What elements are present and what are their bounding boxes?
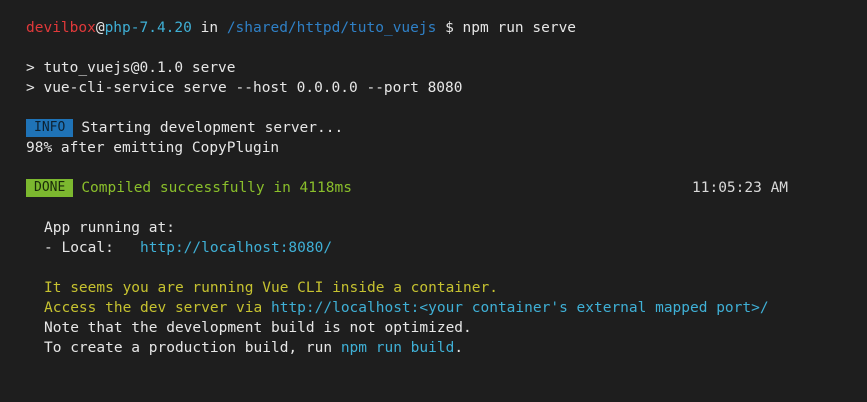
done-line: DONE Compiled successfully in 4118ms <box>26 178 352 198</box>
access-prefix: Access the dev server via <box>44 300 271 316</box>
prompt-symbol: $ <box>445 20 454 36</box>
local-url-line: - Local: http://localhost:8080/ <box>44 238 332 258</box>
dev-build-note: Note that the development build is not o… <box>44 320 472 336</box>
shell-prompt-line: devilbox@php-7.4.20 in /shared/httpd/tut… <box>26 18 576 38</box>
info-line: INFO Starting development server... <box>26 118 343 138</box>
info-message: Starting development server... <box>81 120 344 136</box>
done-badge: DONE <box>26 179 74 197</box>
production-build-line: To create a production build, run npm ru… <box>44 338 463 358</box>
local-url-link[interactable]: http://localhost:8080/ <box>140 240 332 256</box>
prompt-user: devilbox <box>26 20 96 36</box>
container-warning-line: It seems you are running Vue CLI inside … <box>44 280 498 296</box>
app-running-label: App running at: <box>44 220 175 236</box>
done-message: Compiled successfully in 4118ms <box>81 180 352 196</box>
container-url-link[interactable]: http://localhost:<your container's exter… <box>271 300 769 316</box>
npm-output-line-1: > tuto_vuejs@0.1.0 serve <box>26 60 236 76</box>
container-access-line: Access the dev server via http://localho… <box>44 298 769 318</box>
done-timestamp: 11:05:23 AM <box>692 180 789 196</box>
local-label: - Local: <box>44 240 141 256</box>
terminal-window[interactable]: devilbox@php-7.4.20 in /shared/httpd/tut… <box>0 0 867 402</box>
prompt-command: npm run serve <box>462 20 577 36</box>
prompt-path: /shared/httpd/tuto_vuejs <box>226 20 437 36</box>
prompt-host: php-7.4.20 <box>104 20 192 36</box>
prompt-in: in <box>200 20 219 36</box>
info-badge: INFO <box>26 119 74 137</box>
npm-output-line-2: > vue-cli-service serve --host 0.0.0.0 -… <box>26 80 463 96</box>
npm-run-build-command[interactable]: npm run build <box>341 340 455 356</box>
production-suffix: . <box>454 340 464 356</box>
prompt-at: @ <box>95 20 105 36</box>
progress-line: 98% after emitting CopyPlugin <box>26 140 280 156</box>
production-prefix: To create a production build, run <box>44 340 341 356</box>
